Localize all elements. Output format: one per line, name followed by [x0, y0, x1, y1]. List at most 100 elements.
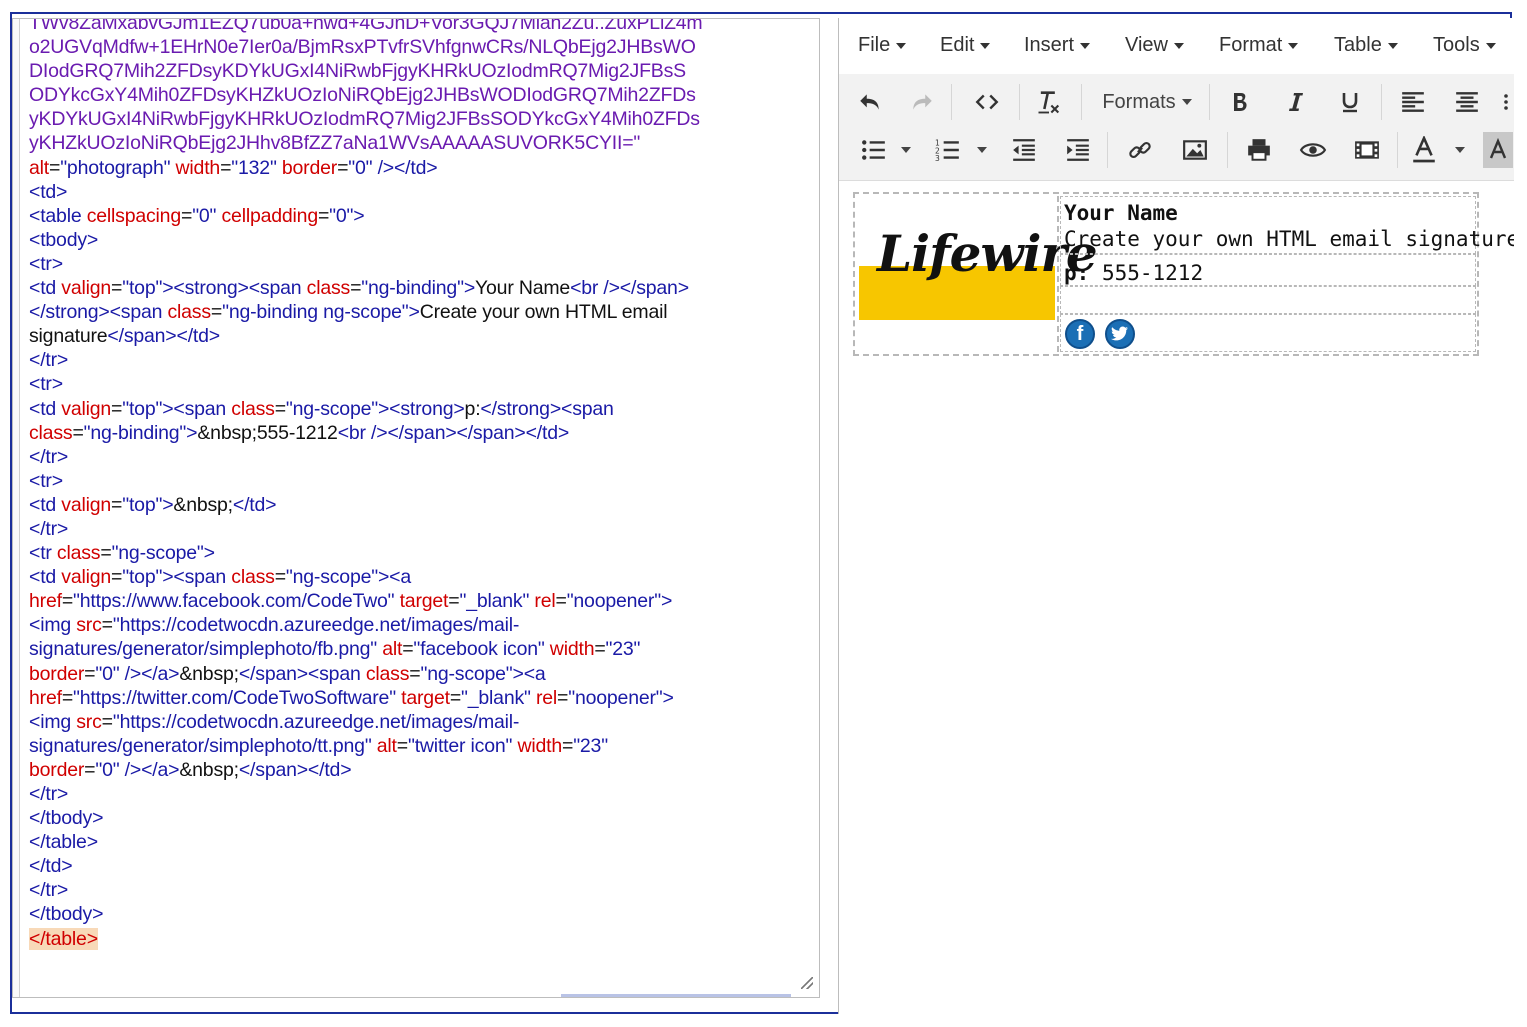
code-line[interactable]: DIodGRQ7Mih2ZFDsyKDYkUGxI4NiRwbFjgyKHRkU…: [29, 59, 702, 83]
code-line[interactable]: class="ng-binding">&nbsp;555-1212<br /><…: [29, 421, 702, 445]
code-token: rel: [529, 590, 556, 613]
code-token: "photograph": [60, 156, 171, 179]
text-color-button[interactable]: [1407, 132, 1441, 168]
code-line[interactable]: <tr class="ng-scope">: [29, 541, 702, 565]
more-toolbar-button[interactable]: [1499, 84, 1513, 120]
menu-view[interactable]: View: [1125, 34, 1184, 57]
code-line[interactable]: </tbody>: [29, 902, 702, 926]
code-token: src: [76, 614, 102, 637]
code-line[interactable]: </tr>: [29, 445, 702, 469]
horizontal-scrollbar[interactable]: [561, 994, 791, 997]
code-line[interactable]: border="0" /></a>&nbsp;</span><span clas…: [29, 662, 702, 686]
preview-button[interactable]: [1295, 132, 1331, 168]
code-token: =: [396, 734, 408, 757]
signature-social-row[interactable]: f: [1060, 314, 1476, 352]
background-color-button[interactable]: [1483, 132, 1513, 168]
code-token: </table>: [29, 927, 98, 950]
signature-photo-cell[interactable]: Lifewire: [857, 196, 1098, 352]
code-line[interactable]: <tr>: [29, 372, 702, 396]
insert-image-button[interactable]: [1177, 132, 1213, 168]
menu-file[interactable]: File: [858, 34, 907, 57]
align-left-button[interactable]: [1395, 84, 1431, 120]
code-line[interactable]: href="https://twitter.com/CodeTwoSoftwar…: [29, 686, 702, 710]
code-line[interactable]: <td valign="top"><span class="ng-scope">…: [29, 565, 702, 589]
italic-button[interactable]: [1279, 84, 1313, 120]
bold-button[interactable]: [1223, 84, 1257, 120]
insert-media-button[interactable]: [1349, 132, 1385, 168]
code-line[interactable]: <tr>: [29, 252, 702, 276]
bullet-list-dropdown[interactable]: [897, 132, 915, 168]
code-line[interactable]: <td valign="top"><span class="ng-scope">…: [29, 397, 702, 421]
signature-empty-row[interactable]: [1060, 286, 1476, 314]
code-line[interactable]: <tr>: [29, 469, 702, 493]
outdent-button[interactable]: [1007, 132, 1041, 168]
code-line[interactable]: <img src="https://codetwocdn.azureedge.n…: [29, 613, 702, 637]
code-line[interactable]: signature</span></td>: [29, 324, 702, 348]
code-line[interactable]: <table cellspacing="0" cellpadding="0">: [29, 204, 702, 228]
toolbar-separator: [1397, 132, 1398, 168]
code-line[interactable]: </tr>: [29, 782, 702, 806]
code-token: TWv8ZaMxabvGJm1EZQ7ub0a+hwd+4GJnD+Vor3GQ…: [29, 18, 703, 34]
bullet-list-button[interactable]: [857, 132, 891, 168]
code-line[interactable]: <td>: [29, 180, 702, 204]
chevron-down-icon: [1080, 42, 1091, 49]
menu-format[interactable]: Format: [1219, 34, 1299, 57]
code-line[interactable]: <img src="https://codetwocdn.azureedge.n…: [29, 710, 702, 734]
code-line[interactable]: signatures/generator/simplephoto/tt.png"…: [29, 734, 702, 758]
code-line[interactable]: border="0" /></a>&nbsp;</span></td>: [29, 758, 702, 782]
code-line[interactable]: </tr>: [29, 517, 702, 541]
signature-table[interactable]: Lifewire Your Name Create your own HTML …: [853, 192, 1514, 356]
twitter-bird-icon: [1111, 326, 1129, 341]
numbered-list-dropdown[interactable]: [973, 132, 991, 168]
code-token: =: [594, 638, 606, 661]
code-line[interactable]: <td valign="top">&nbsp;</td>: [29, 493, 702, 517]
code-line[interactable]: o2UGVqMdfw+1EHrN0e7Ier0a/BjmRsxPTvfrSVhf…: [29, 35, 702, 59]
signature-name-row[interactable]: Your Name Create your own HTML email sig…: [1060, 196, 1514, 254]
code-line[interactable]: </tbody>: [29, 806, 702, 830]
facebook-icon[interactable]: f: [1065, 319, 1095, 349]
code-token: =: [555, 590, 567, 613]
code-line[interactable]: alt="photograph" width="132" border="0" …: [29, 156, 702, 180]
code-line[interactable]: </strong><span class="ng-binding ng-scop…: [29, 300, 702, 324]
menu-table[interactable]: Table: [1334, 34, 1398, 57]
code-line[interactable]: </table>: [29, 830, 702, 854]
code-token: "23": [573, 734, 608, 757]
code-line[interactable]: yKDYkUGxI4NiRwbFjgyKHRkUOzIodmRQ7Mig2JFB…: [29, 107, 702, 131]
formats-dropdown[interactable]: Formats: [1097, 84, 1197, 120]
code-token: signatures/generator/simplephoto/fb.png": [29, 638, 377, 661]
code-line[interactable]: <td valign="top"><strong><span class="ng…: [29, 276, 702, 300]
indent-button[interactable]: [1061, 132, 1095, 168]
menu-insert[interactable]: Insert: [1024, 34, 1091, 57]
code-lines[interactable]: TWv8ZaMxabvGJm1EZQ7ub0a+hwd+4GJnD+Vor3GQ…: [29, 18, 703, 951]
code-line[interactable]: </table>: [29, 927, 702, 951]
twitter-icon[interactable]: [1105, 319, 1135, 349]
source-code-button[interactable]: [967, 84, 1007, 120]
undo-button[interactable]: [853, 84, 887, 120]
link-button[interactable]: [1123, 132, 1157, 168]
text-color-dropdown[interactable]: [1451, 132, 1469, 168]
resize-handle[interactable]: [801, 977, 813, 989]
align-center-button[interactable]: [1449, 84, 1485, 120]
signature-info-cell[interactable]: Your Name Create your own HTML email sig…: [1060, 196, 1514, 352]
code-line[interactable]: signatures/generator/simplephoto/fb.png"…: [29, 637, 702, 661]
code-line[interactable]: ODYkcGxY4Mih0ZFDsyKHZkUOzIoNiRQbEjg2JHBs…: [29, 83, 702, 107]
code-line[interactable]: href="https://www.facebook.com/CodeTwo" …: [29, 589, 702, 613]
code-line[interactable]: TWv8ZaMxabvGJm1EZQ7ub0a+hwd+4GJnD+Vor3GQ…: [29, 18, 703, 35]
signature-phone-row[interactable]: p: 555-1212: [1060, 254, 1476, 286]
code-line[interactable]: </tr>: [29, 878, 702, 902]
menu-edit[interactable]: Edit: [940, 34, 991, 57]
code-line[interactable]: </tr>: [29, 348, 702, 372]
underline-button[interactable]: [1333, 84, 1367, 120]
code-token: =: [409, 662, 421, 685]
menu-tools[interactable]: Tools: [1433, 34, 1496, 57]
code-line[interactable]: </td>: [29, 854, 702, 878]
numbered-list-button[interactable]: 123: [931, 132, 965, 168]
redo-button[interactable]: [905, 84, 939, 120]
print-button[interactable]: [1241, 132, 1277, 168]
code-line[interactable]: yKHZkUOzIoNiRQbEjg2JHhv8BfZZ7aNa1WVsAAAA…: [29, 131, 702, 155]
clear-formatting-button[interactable]: [1031, 84, 1067, 120]
code-line[interactable]: <tbody>: [29, 228, 702, 252]
code-token: </table>: [29, 831, 98, 854]
html-source-editor[interactable]: TWv8ZaMxabvGJm1EZQ7ub0a+hwd+4GJnD+Vor3GQ…: [12, 18, 820, 998]
code-token: class: [306, 277, 351, 300]
